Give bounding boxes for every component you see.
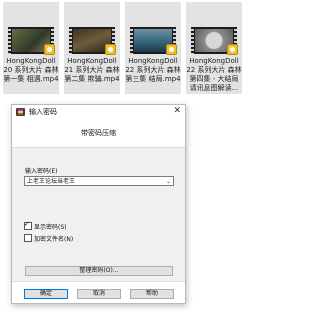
section-title: 带密码压缩: [81, 129, 116, 137]
password-input[interactable]: 上老王论坛当老王 ⌄: [24, 176, 174, 186]
player-badge-icon: [227, 44, 238, 55]
player-badge-icon: [44, 44, 55, 55]
file-name: HongKongDoll 22 系列大片 森林 第四集 - 大结局 请讯息图解读…: [186, 57, 242, 92]
organize-passwords-button[interactable]: 整理密码(O)...: [25, 266, 173, 276]
player-badge-icon: [166, 44, 177, 55]
file-thumbnail[interactable]: HongKongDoll 22 系列大片 森林 第四集 - 大结局 请讯息图解读…: [186, 2, 242, 94]
cancel-button[interactable]: 取消: [77, 289, 121, 299]
show-password-label: 显示密码(S): [34, 224, 67, 231]
help-button[interactable]: 帮助: [130, 289, 174, 299]
file-thumbnail[interactable]: HongKongDoll 21 系列大片 森林 第二集 欺骗.mp4: [64, 2, 120, 94]
dialog-titlebar[interactable]: 输入密码 ✕: [12, 105, 185, 119]
encrypt-filenames-label: 加密文件名(N): [34, 236, 74, 243]
password-label: 输入密码(E): [25, 168, 58, 175]
file-thumbnail[interactable]: HongKongDoll 22 系列大片 森林 第三集 结局.mp4: [125, 2, 181, 94]
dialog-body: 输入密码(E) 上老王论坛当老王 ⌄ 显示密码(S) 加密文件名(N) 整理密码…: [12, 147, 185, 282]
password-value: 上老王论坛当老王: [27, 178, 76, 185]
show-password-checkbox[interactable]: 显示密码(S): [24, 220, 67, 232]
dialog-title: 输入密码: [29, 108, 57, 116]
winrar-icon: [16, 108, 25, 116]
file-thumbnail[interactable]: HongKongDoll 20 系列大片 森林 第一集 相遇.mp4: [3, 2, 59, 94]
player-badge-icon: [105, 44, 116, 55]
file-name: HongKongDoll 22 系列大片 森林 第三集 结局.mp4: [125, 57, 181, 83]
file-name: HongKongDoll 21 系列大片 森林 第二集 欺骗.mp4: [64, 57, 120, 83]
file-name: HongKongDoll 20 系列大片 森林 第一集 相遇.mp4: [3, 57, 59, 83]
encrypt-filenames-checkbox[interactable]: 加密文件名(N): [24, 234, 73, 244]
chevron-down-icon[interactable]: ⌄: [166, 177, 171, 186]
checkbox-unchecked[interactable]: [24, 234, 32, 242]
ok-button[interactable]: 确定: [24, 289, 68, 299]
close-icon[interactable]: ✕: [173, 106, 181, 117]
password-dialog: 输入密码 ✕ 带密码压缩 输入密码(E) 上老王论坛当老王 ⌄ 显示密码(S) …: [11, 104, 186, 304]
checkbox-checked[interactable]: [24, 220, 32, 230]
